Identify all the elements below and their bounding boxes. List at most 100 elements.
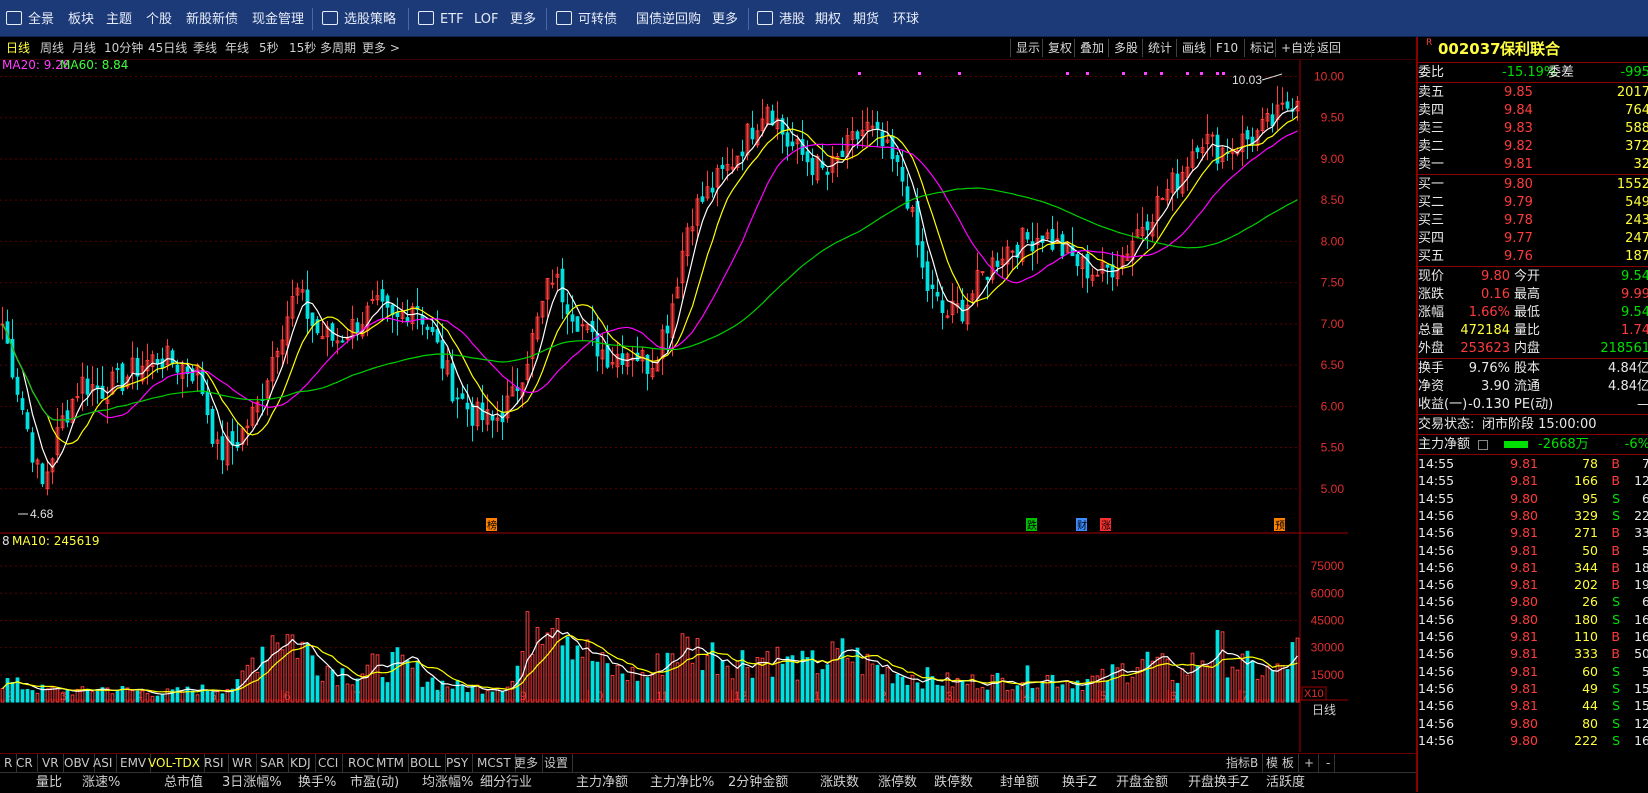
column-header-12[interactable]: 涨停数 [878,773,917,793]
tick-count: 33 [1634,525,1648,541]
column-header-4[interactable]: 换手% [298,773,336,793]
topnav-item-14[interactable]: 期权 [815,0,841,36]
buy-volume: 549 [1625,195,1648,210]
column-header-15[interactable]: 换手Z [1062,773,1097,793]
period-tab-1[interactable]: 周线 [40,37,64,59]
topnav-item-10[interactable]: 可转债 [556,0,617,36]
tick-side: B [1611,456,1620,471]
topnav-item-12[interactable]: 更多 [712,0,738,36]
topnav-item-6[interactable]: 选股策略 [322,0,396,36]
topnav-item-0[interactable]: 全景 [6,0,54,36]
chart-tool-3[interactable]: 多股 [1108,39,1143,57]
chart-tool-7[interactable]: 标记 [1244,39,1279,57]
column-header-7[interactable]: 细分行业 [480,773,532,793]
indicator-tool-3[interactable]: - [1322,754,1336,772]
column-header-13[interactable]: 跌停数 [934,773,973,793]
indicator-tab-1[interactable]: CR [12,754,38,772]
chart-tool-2[interactable]: 叠加 [1074,39,1109,57]
tick-price: 9.81 [1510,559,1538,575]
column-header-17[interactable]: 开盘换手Z [1188,773,1249,793]
volume-bar [480,693,485,703]
volume-bar [1225,677,1230,703]
chart-tool-6[interactable]: F10 [1210,39,1243,57]
column-header-14[interactable]: 封单额 [1000,773,1039,793]
indicator-tab-18[interactable]: 设置 [540,754,574,772]
topnav-item-7[interactable]: ETF [418,0,464,36]
topnav-item-4[interactable]: 新股新债 [186,0,238,36]
period-tab-3[interactable]: 10分钟 [104,37,143,59]
period-tab-9[interactable]: 多周期 [320,37,356,59]
period-tab-8[interactable]: 15秒 [289,37,316,59]
indicator-tool-2[interactable]: + [1300,754,1320,772]
indicator-tab-7[interactable]: RSI [200,754,229,772]
topnav-item-16[interactable]: 环球 [893,0,919,36]
price-tick-label: 8.50 [1321,193,1345,207]
indicator-tab-17[interactable]: 更多 [510,754,544,772]
period-tab-6[interactable]: 年线 [225,37,249,59]
period-tab-10[interactable]: 更多 > [362,37,400,59]
period-tab-5[interactable]: 季线 [193,37,217,59]
tick-price: 9.80 [1510,715,1538,731]
topnav-item-9[interactable]: 更多 [510,0,536,36]
column-header-10[interactable]: 2分钟金额 [728,773,788,793]
period-tab-4[interactable]: 45日线 [148,37,187,59]
topnav-item-11[interactable]: 国债逆回购 [636,0,701,36]
topnav-item-3[interactable]: 个股 [146,0,172,36]
indicator-tab-8[interactable]: WR [228,754,258,772]
settings-icon[interactable] [1478,440,1488,450]
indicator-tab-4[interactable]: ASI [89,754,118,772]
column-header-3[interactable]: 3日涨幅% [222,773,282,793]
chart-tool-5[interactable]: 画线 [1176,39,1211,57]
period-tab-0[interactable]: 日线 [6,37,30,59]
column-header-16[interactable]: 开盘金额 [1116,773,1168,793]
indicator-tab-6[interactable]: VOL-TDX [144,754,205,772]
candle-body [450,363,455,402]
indicator-tab-9[interactable]: SAR [256,754,290,772]
topnav-item-1[interactable]: 板块 [68,0,94,36]
column-header-6[interactable]: 均涨幅% [422,773,473,793]
weibi-label: 委比 [1418,65,1445,80]
kline-chart[interactable]: 10.00 9.50 9.00 8.50 8.00 7.50 7.00 6.50 6.00 5.5… [0,60,1348,752]
volume-bar [865,653,870,703]
stat-value: 3.90 [1481,379,1510,394]
column-header-2[interactable]: 总市值 [164,773,203,793]
indicator-tab-14[interactable]: BOLL [406,754,446,772]
stock-header[interactable]: R 002037 保利联合 [1418,37,1648,61]
volume-bar [575,645,580,703]
column-header-8[interactable]: 主力净额 [576,773,628,793]
period-tab-7[interactable]: 5秒 [259,37,279,59]
topnav-item-5[interactable]: 现金管理 [252,0,304,36]
topnav-item-2[interactable]: 主题 [106,0,132,36]
tick-volume: 60 [1582,663,1598,679]
column-header-9[interactable]: 主力净比% [650,773,714,793]
tick-volume: 49 [1582,680,1598,696]
indicator-tool-1[interactable]: 模 板 [1262,754,1299,772]
volume-bar [1105,681,1110,703]
sell-level-1: 卖一 9.81 32 [1418,155,1648,174]
column-header-5[interactable]: 市盈(动) [350,773,399,793]
column-header-18[interactable]: 活跃度 [1266,773,1305,793]
column-header-1[interactable]: 涨速% [82,773,120,793]
indicator-tab-15[interactable]: PSY [442,754,474,772]
column-header-0[interactable]: 量比 [36,773,62,793]
indicator-tab-10[interactable]: KDJ [286,754,316,772]
chart-tool-4[interactable]: 统计 [1142,39,1177,57]
stock-code: 002037 [1438,40,1501,58]
topnav-item-15[interactable]: 期货 [853,0,879,36]
volume-bar [570,659,575,703]
volume-bar [250,657,255,703]
indicator-tab-11[interactable]: CCI [314,754,344,772]
candle-body [550,282,555,285]
topnav-item-13[interactable]: 港股 [757,0,805,36]
column-header-11[interactable]: 涨跌数 [820,773,859,793]
indicator-tab-13[interactable]: MTM [372,754,410,772]
chart-tool-0[interactable]: 显示 [1010,39,1045,57]
column-header-bar: 量比 涨速% 总市值 3日涨幅% 换手% 市盈(动) 均涨幅% 细分行业 主力净额 主力净比% 2分… [0,772,1416,793]
topnav-item-8[interactable]: LOF [474,0,499,36]
chart-tool-9[interactable]: 返回 [1311,39,1346,57]
indicator-tool-0[interactable]: 指标B [1222,754,1264,772]
chart-tool-1[interactable]: 复权 [1042,39,1077,57]
topnav-label: 选股策略 [344,12,397,27]
tick-row: 14:55 9.81 166 B 12 [1418,472,1648,489]
period-tab-2[interactable]: 月线 [72,37,96,59]
